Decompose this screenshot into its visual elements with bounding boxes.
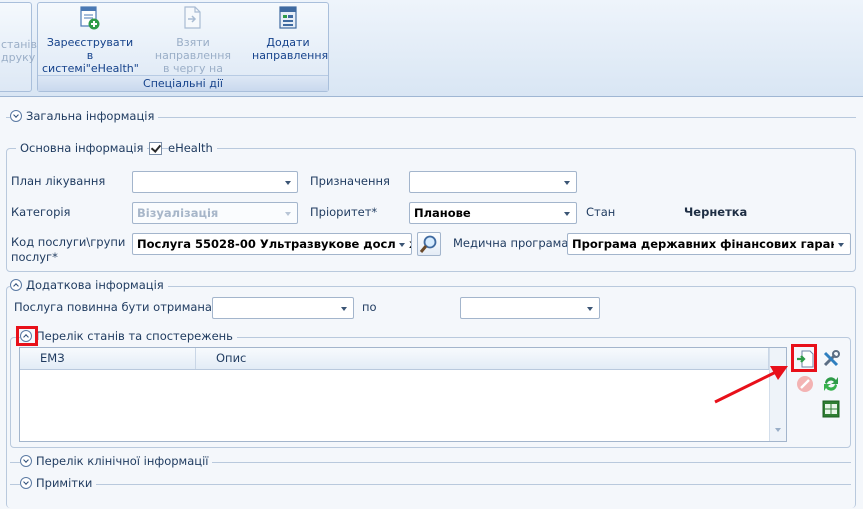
add-referral-button[interactable]: Додати направлення [252, 6, 328, 62]
chevron-down-icon [20, 455, 32, 467]
highlight-collapse-annotation [16, 326, 38, 346]
chevron-down-icon [560, 205, 574, 221]
observations-grid: ЕМЗ Опис [19, 347, 787, 442]
basic-info-header: Основна інформація [16, 140, 148, 156]
ehealth-checkbox[interactable] [149, 142, 162, 155]
medical-program-label: Медична програма [453, 236, 569, 250]
column-header-emz[interactable]: ЕМЗ [20, 348, 196, 369]
service-code-label-line2: послуг* [11, 250, 58, 264]
chevron-down-icon [395, 236, 409, 252]
ribbon-group-caption: Спеціальні дії [38, 75, 328, 91]
chevron-down-icon [281, 174, 295, 190]
treatment-plan-select[interactable] [132, 171, 298, 193]
chevron-down-icon [834, 236, 848, 252]
to-label: по [362, 300, 377, 314]
additional-section-header[interactable]: Додаткова інформація [10, 277, 168, 293]
notes-section-line [10, 484, 851, 485]
highlight-add-annotation [791, 344, 817, 372]
register-form-plus-icon [79, 6, 101, 30]
received-from-label: Послуга повинна бути отримана з [14, 300, 222, 314]
ribbon-group-print: станів друку [0, 2, 37, 92]
category-label: Категорія [11, 205, 71, 219]
export-excel-button[interactable] [821, 399, 841, 419]
delete-icon [797, 376, 813, 392]
ehealth-label: eHealth [168, 141, 217, 155]
notes-section-header[interactable]: Примітки [20, 475, 97, 491]
edit-record-button[interactable] [821, 349, 841, 369]
add-referral-document-icon [277, 6, 299, 30]
spreadsheet-icon [822, 400, 840, 418]
chevron-down-icon [281, 205, 295, 221]
service-code-label: Код послуги\групи [11, 235, 126, 249]
assignment-label: Призначення [310, 174, 390, 188]
state-value: Чернетка [684, 205, 748, 219]
general-section-header[interactable]: Загальна інформація [10, 108, 159, 124]
tools-icon [823, 350, 840, 367]
chevron-down-icon [583, 300, 597, 316]
service-code-select[interactable]: Послуга 55028-00 Ультразвукове досліджен… [132, 233, 412, 255]
to-date[interactable] [460, 297, 600, 319]
received-from-date[interactable] [212, 297, 354, 319]
medical-program-select[interactable]: Програма державних фінансових гарантій м… [567, 233, 851, 255]
ribbon-group-special-actions: Зареєструвати в системі"eHealth" Взяти н… [37, 2, 329, 92]
ribbon: станів друку Зареєструвати в системі"eHe… [0, 0, 863, 97]
delete-record-button[interactable] [795, 374, 815, 394]
state-label: Стан [586, 205, 616, 219]
chevron-down-icon [20, 477, 32, 489]
chevron-down-icon [10, 110, 22, 122]
column-header-description[interactable]: Опис [196, 348, 769, 369]
register-ehealth-button[interactable]: Зареєструвати в системі"eHealth" [42, 6, 139, 75]
chevron-down-icon [337, 300, 351, 316]
refresh-icon [824, 377, 838, 391]
magnifier-icon [419, 235, 437, 253]
treatment-plan-label: План лікування [11, 174, 106, 188]
print-states-button[interactable]: станів друку [1, 38, 37, 64]
assignment-select[interactable] [409, 171, 577, 193]
grid-header: ЕМЗ Опис [20, 348, 786, 370]
chevron-down-icon [560, 174, 574, 190]
chevron-up-icon [10, 279, 22, 291]
observations-header[interactable]: Перелік станів та спостережень [20, 328, 237, 344]
priority-label: Пріоритет* [310, 205, 378, 219]
clinical-section-header[interactable]: Перелік клінічної інформації [20, 453, 213, 469]
category-select[interactable]: Візуалізація [132, 202, 298, 224]
refresh-button[interactable] [821, 374, 841, 394]
annotation-arrow [714, 366, 788, 404]
priority-select[interactable]: Планове [409, 202, 577, 224]
service-search-button[interactable] [417, 232, 441, 256]
document-arrow-icon [182, 6, 204, 30]
